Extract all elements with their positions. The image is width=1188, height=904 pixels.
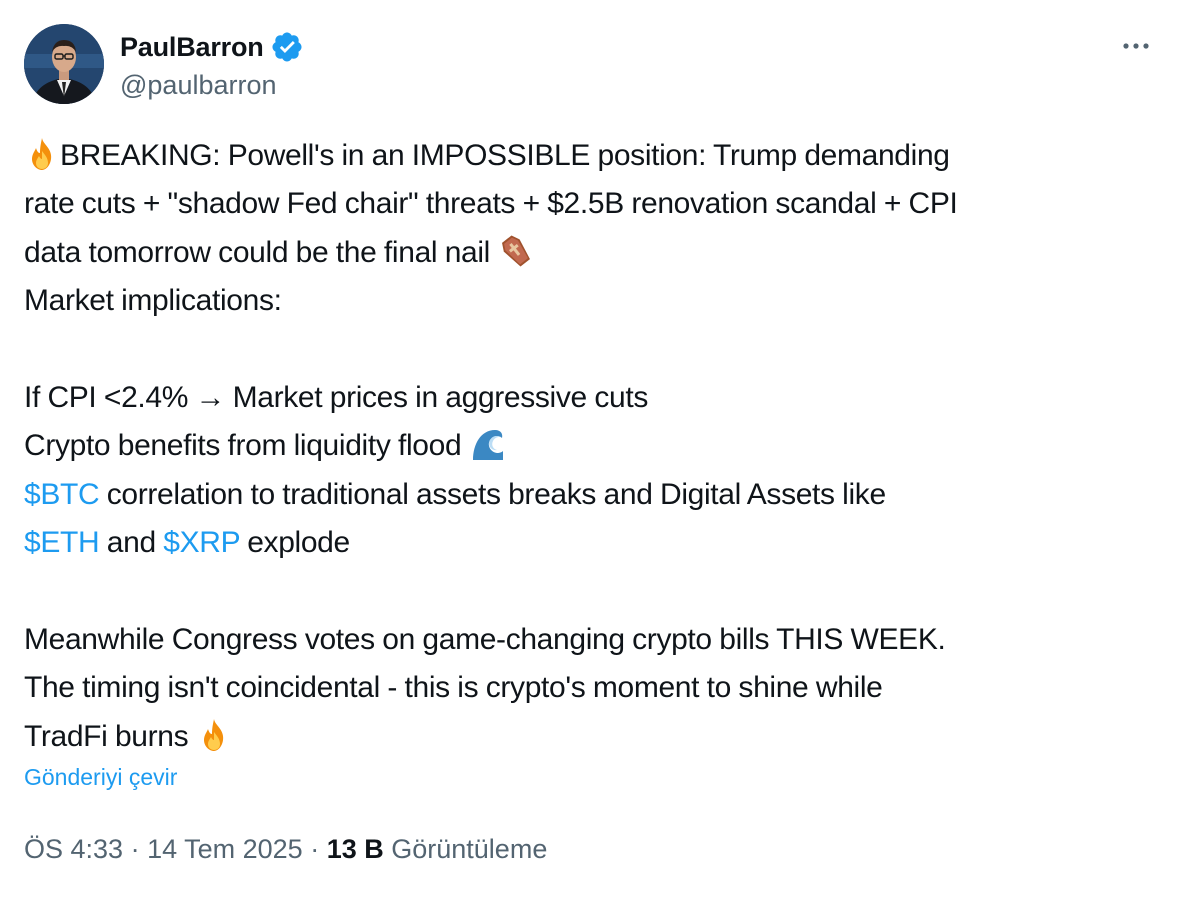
tweet-line-11: TradFi burns — [24, 719, 189, 753]
meta-separator: · — [302, 834, 327, 864]
tweet-line: Meanwhile Congress votes on game-changin… — [24, 616, 1164, 664]
views-label: Görüntüleme — [391, 834, 548, 864]
tweet-line: data tomorrow could be the final nail — [24, 229, 1164, 277]
avatar[interactable] — [24, 24, 104, 104]
tweet-header: PaulBarron @paulbarron — [24, 24, 1164, 108]
author-name-row: PaulBarron — [120, 30, 304, 64]
tweet-line-1: BREAKING: Powell's in an IMPOSSIBLE posi… — [60, 139, 950, 172]
tweet-line: $ETH and $XRP explode — [24, 519, 1164, 567]
post-time[interactable]: ÖS 4:33 — [24, 834, 123, 864]
meta-separator: · — [123, 834, 148, 864]
more-options-button[interactable] — [1116, 26, 1156, 66]
tweet-line-7: correlation to traditional assets breaks… — [99, 477, 886, 511]
tweet-line-9: Meanwhile Congress votes on game-changin… — [24, 622, 946, 656]
tweet-line: Market implications: — [24, 277, 1164, 325]
views-count: 13 B — [326, 834, 384, 864]
avatar-portrait — [24, 24, 104, 104]
tweet-text: BREAKING: Powell's in an IMPOSSIBLE posi… — [24, 132, 1164, 761]
tweet-line: rate cuts + "shadow Fed chair" threats +… — [24, 180, 1164, 228]
fire-emoji-icon — [196, 717, 232, 753]
tweet-text-explode: explode — [239, 526, 350, 560]
wave-emoji-icon — [469, 426, 505, 462]
tweet-line: $BTC correlation to traditional assets b… — [24, 471, 1164, 519]
fire-emoji-icon — [24, 136, 60, 172]
tweet-line-10: The timing isn't coincidental - this is … — [24, 671, 883, 705]
tweet-line: The timing isn't coincidental - this is … — [24, 664, 1164, 712]
author-name[interactable]: PaulBarron — [120, 32, 264, 63]
cashtag-xrp-link[interactable]: $XRP — [163, 526, 240, 559]
tweet-line-5: If CPI <2.4% → Market prices in aggressi… — [24, 380, 648, 414]
tweet-line-6: Crypto benefits from liquidity flood — [24, 429, 462, 463]
verified-badge-icon[interactable] — [270, 30, 304, 64]
cashtag-eth-link[interactable]: $ETH — [24, 526, 100, 559]
coffin-emoji-icon — [498, 233, 534, 269]
tweet-line-2: rate cuts + "shadow Fed chair" threats +… — [24, 187, 958, 221]
tweet-line: Crypto benefits from liquidity flood — [24, 422, 1164, 470]
tweet-line-4: Market implications: — [24, 284, 282, 318]
tweet-text-and: and — [99, 526, 164, 560]
cashtag-btc-link[interactable]: $BTC — [24, 478, 100, 511]
more-horizontal-icon — [1123, 43, 1149, 49]
tweet-line-3: data tomorrow could be the final nail — [24, 235, 490, 269]
tweet-line: BREAKING: Powell's in an IMPOSSIBLE posi… — [24, 132, 1164, 180]
tweet-meta: ÖS 4:33 · 14 Tem 2025 · 13 B Görüntüleme — [24, 834, 547, 865]
tweet-line: If CPI <2.4% → Market prices in aggressi… — [24, 374, 1164, 422]
author-handle[interactable]: @paulbarron — [120, 70, 277, 101]
tweet-line: TradFi burns — [24, 713, 1164, 761]
post-date[interactable]: 14 Tem 2025 — [147, 834, 303, 864]
translate-post-link[interactable]: Gönderiyi çevir — [24, 764, 177, 791]
